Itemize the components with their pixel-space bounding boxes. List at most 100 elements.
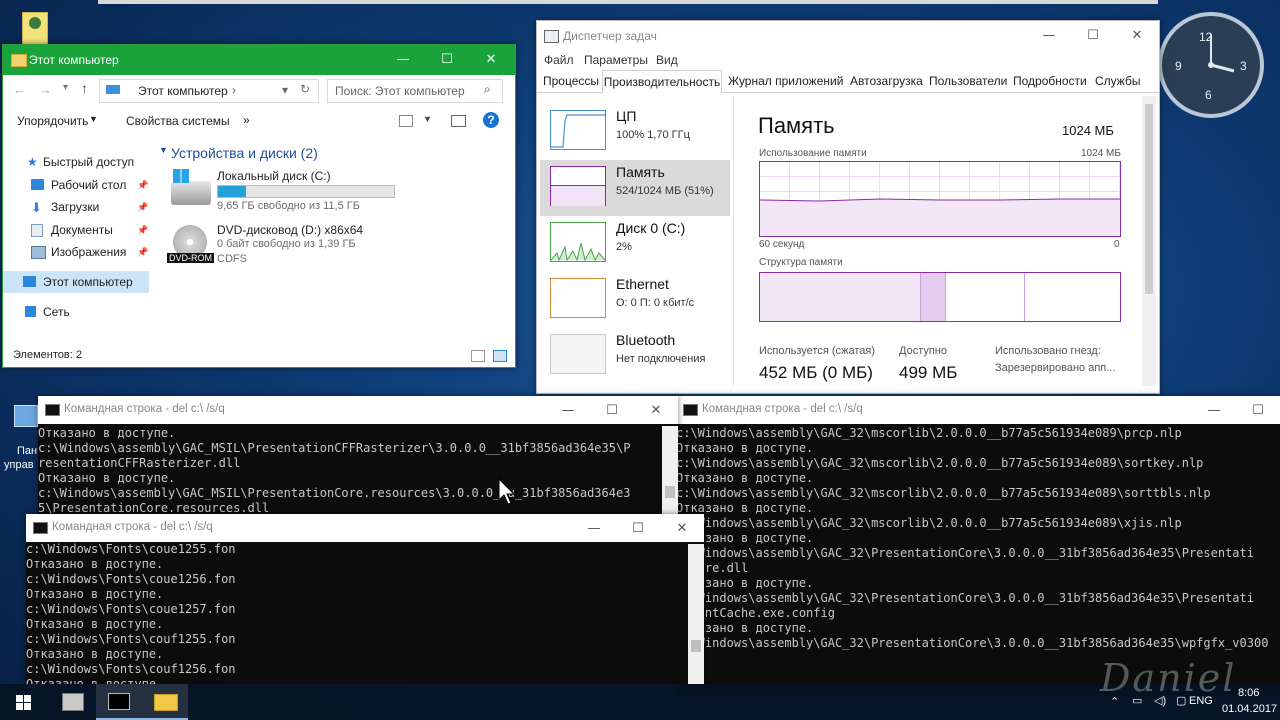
- nav-quick-access[interactable]: ★ Быстрый доступ: [3, 151, 149, 173]
- console-line: Отказано в доступе.: [26, 587, 164, 601]
- pin-icon[interactable]: 📌: [137, 219, 148, 241]
- address-dropdown-icon[interactable]: ▾: [282, 83, 288, 97]
- view-options-icon[interactable]: [399, 115, 413, 127]
- perf-item-cpu[interactable]: ЦП 100% 1,70 ГГц: [540, 104, 730, 160]
- start-button[interactable]: [0, 684, 48, 720]
- console-line: Отказано в доступе.: [26, 617, 164, 631]
- nav-documents[interactable]: Документы 📌: [3, 219, 149, 241]
- taskbar-app-pc[interactable]: [48, 684, 96, 720]
- nav-downloads[interactable]: ⬇ Загрузки 📌: [3, 196, 149, 218]
- organize-button[interactable]: Упорядочить: [17, 114, 88, 128]
- close-button[interactable]: ✕: [660, 514, 704, 544]
- drive-c-item[interactable]: Локальный диск (C:) 9,65 ГБ свободно из …: [167, 167, 399, 213]
- address-chevron-icon[interactable]: ›: [232, 83, 236, 97]
- in-use-value: 452 МБ (0 МБ): [759, 363, 873, 382]
- address-bar[interactable]: Этот компьютер › ▾ ↻: [99, 79, 319, 103]
- minimize-button[interactable]: —: [546, 396, 590, 426]
- clock-gadget[interactable]: 12 3 6 9: [1158, 12, 1264, 118]
- nav-desktop[interactable]: Рабочий стол 📌: [3, 174, 149, 196]
- console-line: c:\Windows\assembly\GAC_32\mscorlib\2.0.…: [676, 486, 1211, 500]
- tray-date[interactable]: 01.04.2017: [1222, 703, 1277, 715]
- pin-icon[interactable]: 📌: [137, 241, 148, 263]
- details-view-icon[interactable]: [471, 350, 485, 362]
- cmd-app-icon: [33, 522, 48, 534]
- reserved-label: Зарезервировано апп...: [995, 362, 1116, 374]
- address-text: Этот компьютер: [138, 84, 228, 98]
- in-use-label: Используется (сжатая): [759, 345, 876, 357]
- cmd-title: Командная строка - del c:\ /s/q: [702, 403, 863, 415]
- forward-arrow-icon[interactable]: →: [39, 82, 52, 97]
- network-icon: [25, 306, 36, 317]
- pin-icon[interactable]: 📌: [137, 196, 148, 218]
- tab-app-history[interactable]: Журнал приложений: [728, 70, 843, 92]
- tab-details[interactable]: Подробности: [1013, 70, 1087, 92]
- close-button[interactable]: ✕: [634, 396, 678, 426]
- cmd-titlebar[interactable]: Командная строка - del c:\ /s/q — ☐ ✕: [26, 514, 704, 542]
- up-arrow-icon[interactable]: ↑: [81, 80, 88, 96]
- disk-thumbnail-graph: [550, 222, 606, 262]
- section-collapse-icon[interactable]: ▼: [159, 145, 168, 155]
- maximize-button[interactable]: ☐: [590, 396, 634, 426]
- cmd-titlebar[interactable]: Командная строка - del c:\ /s/q — ☐ ✕: [38, 396, 678, 424]
- available-label: Доступно: [899, 345, 948, 357]
- preview-pane-icon[interactable]: [451, 115, 466, 127]
- download-icon: ⬇: [31, 200, 42, 215]
- taskbar-app-cmd[interactable]: [96, 684, 142, 720]
- clock-number-3: 3: [1240, 59, 1247, 73]
- cmd-scrollbar[interactable]: [662, 426, 678, 518]
- computer-icon: [62, 693, 84, 711]
- more-button[interactable]: »: [243, 113, 250, 127]
- minimize-button[interactable]: —: [1027, 21, 1071, 51]
- minimize-button[interactable]: —: [381, 45, 425, 75]
- tab-processes[interactable]: Процессы: [543, 70, 599, 92]
- taskbar-app-explorer[interactable]: [142, 684, 188, 720]
- view-chevron-icon[interactable]: ▼: [423, 114, 432, 124]
- console-line: onCore.dll: [676, 561, 749, 575]
- console-line: c:\Windows\assembly\GAC_MSIL\Presentatio…: [38, 441, 631, 455]
- cmd-scrollbar[interactable]: [688, 544, 704, 684]
- maximize-button[interactable]: ☐: [1071, 21, 1115, 51]
- perf-item-memory[interactable]: Память 524/1024 МБ (51%): [540, 160, 730, 216]
- maximize-button[interactable]: ☐: [1236, 396, 1280, 426]
- maximize-button[interactable]: ☐: [616, 514, 660, 544]
- close-button[interactable]: ✕: [469, 45, 513, 75]
- taskmgr-scrollbar[interactable]: [1142, 96, 1156, 386]
- taskmgr-titlebar[interactable]: Диспетчер задач — ☐ ✕: [537, 21, 1159, 51]
- menu-file[interactable]: Файл: [544, 53, 574, 67]
- recent-chevron-icon[interactable]: ▾: [63, 82, 68, 93]
- menu-view[interactable]: Вид: [656, 53, 678, 67]
- nav-pictures[interactable]: Изображения 📌: [3, 241, 149, 263]
- explorer-titlebar[interactable]: Этот компьютер — ☐ ✕: [3, 45, 515, 75]
- large-icons-view-icon[interactable]: [493, 350, 507, 362]
- help-icon[interactable]: ?: [483, 112, 499, 128]
- console-line: c:\Windows\assembly\GAC_32\mscorlib\2.0.…: [676, 426, 1182, 440]
- pin-icon[interactable]: 📌: [137, 174, 148, 196]
- cmd-titlebar[interactable]: Командная строка - del c:\ /s/q — ☐: [676, 396, 1280, 424]
- bluetooth-thumbnail-graph: [550, 334, 606, 374]
- perf-item-ethernet[interactable]: Ethernet О: 0 П: 0 кбит/с: [540, 272, 730, 328]
- close-button[interactable]: ✕: [1115, 21, 1159, 51]
- perf-item-bluetooth[interactable]: Bluetooth Нет подключения: [540, 328, 730, 384]
- tab-performance[interactable]: Производительность: [602, 70, 722, 93]
- tab-users[interactable]: Пользователи: [929, 70, 1007, 92]
- minimize-button[interactable]: —: [1192, 396, 1236, 426]
- tab-startup[interactable]: Автозагрузка: [850, 70, 923, 92]
- tray-time[interactable]: 8:06: [1238, 687, 1259, 699]
- search-box[interactable]: Поиск: Этот компьютер ⌕: [327, 79, 503, 103]
- desktop-user-icon[interactable]: [22, 12, 48, 46]
- system-properties-button[interactable]: Свойства системы: [126, 114, 230, 128]
- drive-d-item[interactable]: DVD-ROM DVD-дисковод (D:) x86x64 0 байт …: [167, 221, 399, 267]
- nav-network[interactable]: Сеть: [3, 301, 149, 323]
- section-header[interactable]: Устройства и диски (2): [171, 145, 318, 161]
- perf-item-disk[interactable]: Диск 0 (C:) 2%: [540, 216, 730, 272]
- usage-max: 1024 МБ: [1081, 148, 1121, 159]
- minimize-button[interactable]: —: [572, 514, 616, 544]
- maximize-button[interactable]: ☐: [425, 45, 469, 75]
- refresh-icon[interactable]: ↻: [300, 82, 310, 96]
- back-arrow-icon[interactable]: ←: [13, 82, 26, 97]
- tab-services[interactable]: Службы: [1095, 70, 1140, 92]
- menu-options[interactable]: Параметры: [584, 53, 648, 67]
- nav-this-pc[interactable]: Этот компьютер: [3, 271, 149, 293]
- console-line: Отказано в доступе.: [26, 557, 164, 571]
- console-line: Отказано в доступе.: [676, 531, 814, 545]
